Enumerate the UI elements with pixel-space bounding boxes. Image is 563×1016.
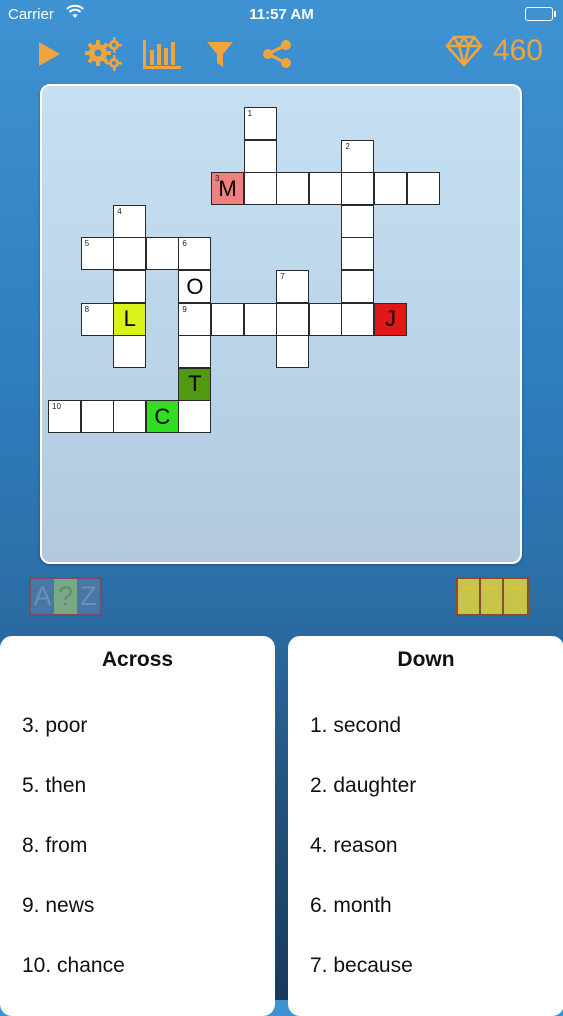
down-clues-panel: Down 1. second 2. daughter 4. reason 6. … [288, 636, 563, 1016]
share-button[interactable] [255, 32, 299, 76]
cell-letter: T [188, 371, 202, 397]
clue-number: 9 [182, 304, 187, 314]
crossword-cell[interactable]: O [178, 270, 212, 303]
down-clue[interactable]: 4. reason [310, 834, 398, 858]
cell-letter: L [123, 306, 136, 332]
hint-letter-question: ? [54, 579, 77, 614]
crossword-cell[interactable] [113, 270, 147, 303]
crossword-cell[interactable] [211, 302, 244, 336]
crossword-cell[interactable] [308, 302, 342, 336]
crossword-cell[interactable] [308, 172, 342, 206]
across-clue[interactable]: 9. news [22, 894, 94, 918]
crossword-cell[interactable]: L [113, 302, 147, 336]
crossword-cell[interactable]: 5 [80, 237, 114, 271]
crossword-cell[interactable] [145, 237, 179, 271]
down-clue[interactable]: 1. second [310, 714, 401, 738]
clue-number: 8 [84, 304, 90, 314]
clock: 11:57 AM [249, 6, 314, 23]
crossword-cell[interactable]: 10 [48, 400, 81, 434]
crossword-cell[interactable] [178, 335, 212, 369]
clue-number: 7 [280, 272, 285, 281]
filter-funnel-icon [207, 42, 233, 67]
clue-number: 4 [117, 206, 122, 216]
clue-number: 10 [52, 402, 61, 412]
crossword-cell[interactable]: 4 [113, 204, 147, 238]
across-clues-panel: Across 3. poor 5. then 8. from 9. news 1… [0, 636, 275, 1016]
cell-letter: O [186, 273, 204, 299]
across-clue[interactable]: 5. then [22, 774, 86, 798]
hint-question-2: ? [481, 579, 504, 614]
crossword-cell[interactable] [374, 172, 407, 206]
down-clue[interactable]: 7. because [310, 954, 413, 978]
crossword-cell[interactable]: 8 [80, 302, 114, 336]
reveal-word-button[interactable]: ? ? ? [456, 577, 529, 616]
gem-counter[interactable]: 460 [445, 34, 543, 68]
settings-gears-icon [85, 37, 122, 71]
crossword-cell[interactable] [80, 400, 114, 434]
crossword-cell[interactable] [341, 302, 375, 336]
crossword-cell[interactable] [341, 270, 375, 303]
status-bar: Carrier 11:57 AM [0, 0, 563, 30]
crossword-cell[interactable] [341, 237, 375, 271]
clue-number: 1 [247, 109, 253, 118]
crossword-cell[interactable]: 7 [276, 270, 310, 303]
clue-number: 6 [182, 239, 187, 249]
hint-question-1: ? [458, 579, 481, 614]
crossword-cell[interactable] [406, 172, 440, 206]
crossword-cell[interactable]: C [145, 400, 179, 434]
cell-letter: J [385, 306, 396, 332]
crossword-cell[interactable] [276, 302, 310, 336]
stats-button[interactable] [140, 32, 184, 76]
crossword-cell[interactable]: 1 [243, 107, 277, 140]
down-clue[interactable]: 6. month [310, 894, 392, 918]
hint-letter-a: A [33, 581, 52, 611]
gem-count: 460 [492, 34, 543, 67]
hint-question-3: ? [504, 579, 527, 614]
down-title: Down [397, 648, 455, 671]
settings-button[interactable] [82, 32, 126, 76]
down-clue[interactable]: 2. daughter [310, 774, 416, 798]
battery-icon [525, 7, 556, 21]
crossword-cell[interactable] [178, 400, 212, 434]
clue-number: 2 [345, 141, 350, 151]
crossword-cell[interactable] [341, 172, 375, 206]
play-icon [39, 42, 60, 66]
crossword-cell[interactable]: J [374, 302, 407, 336]
crossword-cell[interactable] [341, 204, 375, 238]
crossword-cell[interactable] [243, 139, 277, 173]
crossword-cell[interactable]: 2 [341, 139, 375, 173]
cell-letter: C [154, 403, 171, 429]
across-clue[interactable]: 3. poor [22, 714, 87, 738]
stats-bars-icon [143, 40, 181, 69]
crossword-cell[interactable]: 6 [178, 237, 212, 271]
crossword-cell[interactable] [243, 302, 277, 336]
share-icon [263, 40, 291, 68]
across-clue[interactable]: 10. chance [22, 954, 125, 978]
crossword-cell[interactable] [113, 400, 147, 434]
crossword-cell[interactable]: 9 [178, 302, 212, 336]
across-title: Across [101, 648, 174, 671]
hint-letter-z: Z [80, 581, 97, 611]
reveal-letter-button[interactable]: A ? Z [29, 577, 102, 616]
cell-letter: M [218, 175, 237, 201]
crossword-cell[interactable]: T [178, 367, 212, 401]
crossword-cell[interactable] [276, 172, 310, 206]
crossword-board: 1 2 3 M 4 5 6 O 7 8 L 9 J T 10 C [40, 84, 522, 564]
crossword-cell[interactable] [113, 335, 147, 369]
play-button[interactable] [26, 32, 70, 76]
across-clue[interactable]: 8. from [22, 834, 87, 858]
clue-number: 5 [84, 239, 90, 249]
crossword-cell[interactable]: 3M [211, 172, 244, 206]
crossword-cell[interactable] [243, 172, 277, 206]
diamond-icon [445, 35, 483, 67]
crossword-cell[interactable] [276, 335, 310, 369]
crossword-cell[interactable] [113, 237, 147, 271]
filter-button[interactable] [198, 32, 242, 76]
